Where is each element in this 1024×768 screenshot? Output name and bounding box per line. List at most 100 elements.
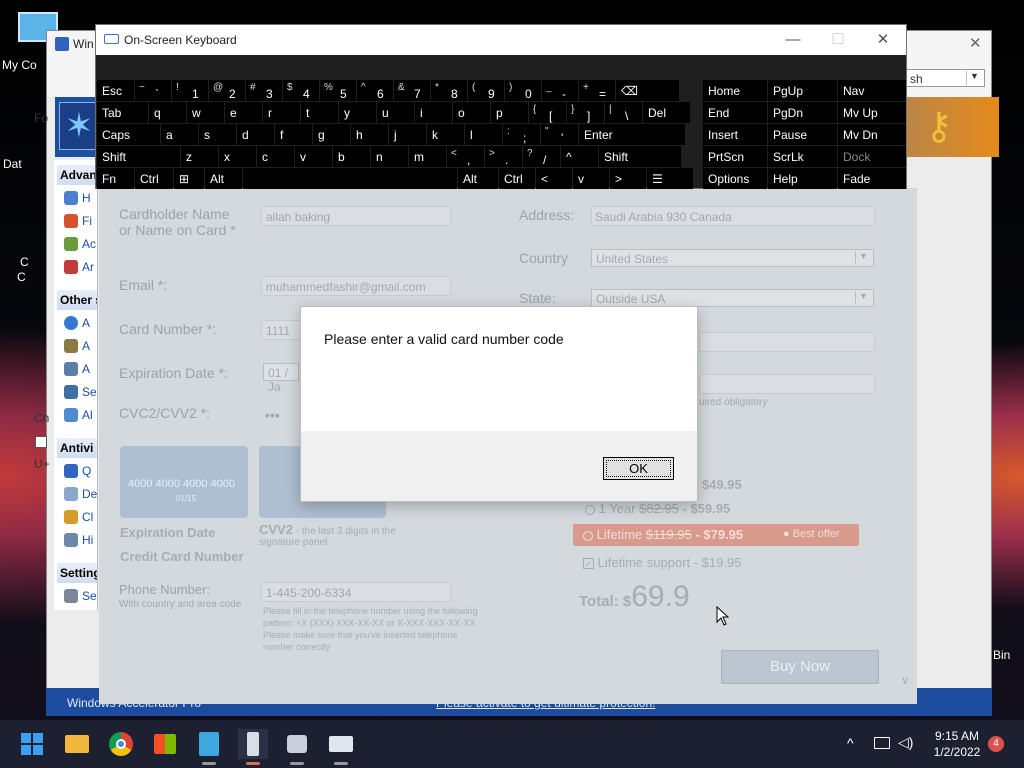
nav-key[interactable]: Fade: [838, 168, 906, 189]
key[interactable]: d: [237, 124, 274, 145]
key[interactable]: #3: [246, 80, 282, 101]
nav-item[interactable]: Ar: [64, 258, 98, 276]
nav-key[interactable]: Pause: [768, 124, 837, 145]
ok-button[interactable]: OK: [603, 457, 674, 480]
ctrl-key[interactable]: Ctrl: [135, 168, 173, 189]
fn-key[interactable]: Fn: [97, 168, 134, 189]
nav-item[interactable]: Se: [64, 587, 98, 605]
nav-key[interactable]: Mv Up: [838, 102, 906, 123]
key[interactable]: {[: [529, 102, 566, 123]
nav-key[interactable]: Dock: [838, 146, 906, 167]
key[interactable]: f: [275, 124, 312, 145]
osk-taskbar-button[interactable]: [326, 729, 356, 765]
state-select[interactable]: Outside USA ▼: [591, 289, 874, 307]
key[interactable]: q: [149, 102, 186, 123]
nav-key[interactable]: PgDn: [768, 102, 837, 123]
shift-key[interactable]: Shift: [599, 146, 681, 167]
close-icon[interactable]: ✕: [868, 29, 898, 51]
menu-key[interactable]: ☰: [647, 168, 693, 189]
nav-item[interactable]: H: [64, 189, 98, 207]
store-button[interactable]: [150, 729, 180, 759]
close-icon[interactable]: ✕: [969, 34, 982, 52]
key[interactable]: k: [427, 124, 464, 145]
key[interactable]: ! 1: [172, 80, 208, 101]
key[interactable]: :;: [503, 124, 540, 145]
key[interactable]: g: [313, 124, 350, 145]
key[interactable]: t: [301, 102, 338, 123]
tab-key[interactable]: Tab: [97, 102, 148, 123]
left-arrow-key[interactable]: <: [536, 168, 572, 189]
nav-key[interactable]: Help: [768, 168, 837, 189]
key[interactable]: a: [161, 124, 198, 145]
key[interactable]: m: [409, 146, 446, 167]
key[interactable]: }]: [567, 102, 604, 123]
alt-key[interactable]: Alt: [458, 168, 498, 189]
key[interactable]: n: [371, 146, 408, 167]
key[interactable]: b: [333, 146, 370, 167]
accelerator-taskbar-button[interactable]: [238, 729, 268, 765]
nav-item[interactable]: Hi: [64, 531, 98, 549]
key[interactable]: % 5: [320, 80, 356, 101]
backspace-key[interactable]: ⌫: [616, 80, 679, 101]
key[interactable]: * 8: [431, 80, 467, 101]
nav-key[interactable]: ScrLk: [768, 146, 837, 167]
key[interactable]: & 7: [394, 80, 430, 101]
key[interactable]: i: [415, 102, 452, 123]
key[interactable]: $4: [283, 80, 319, 101]
notepad-button[interactable]: [194, 729, 224, 765]
key[interactable]: + =: [579, 80, 615, 101]
desktop-icon-label[interactable]: Bin: [993, 648, 1010, 662]
nav-item[interactable]: A: [64, 314, 98, 332]
nav-key[interactable]: End: [703, 102, 767, 123]
key[interactable]: e: [225, 102, 262, 123]
maximize-icon[interactable]: ☐: [823, 29, 853, 51]
key[interactable]: p: [491, 102, 528, 123]
nav-item[interactable]: Ac: [64, 235, 98, 253]
key-esc[interactable]: Esc: [97, 80, 134, 101]
key[interactable]: x: [219, 146, 256, 167]
right-arrow-key[interactable]: >: [610, 168, 646, 189]
key[interactable]: j: [389, 124, 426, 145]
caps-lock-key[interactable]: Caps: [97, 124, 160, 145]
start-button[interactable]: [17, 729, 47, 759]
key[interactable]: @2: [209, 80, 245, 101]
language-select[interactable]: sh ▼: [905, 69, 985, 87]
key[interactable]: l: [465, 124, 502, 145]
key[interactable]: (9: [468, 80, 504, 101]
nav-item[interactable]: Fi: [64, 212, 98, 230]
key[interactable]: >.: [485, 146, 522, 167]
desktop-icon-label[interactable]: Dat: [3, 157, 22, 171]
scroll-down-icon[interactable]: ∨: [901, 674, 909, 687]
key[interactable]: h: [351, 124, 388, 145]
volume-icon[interactable]: ◁): [898, 734, 913, 751]
key[interactable]: z: [181, 146, 218, 167]
key[interactable]: ^ 6: [357, 80, 393, 101]
expiration-month-select[interactable]: 01 / Ja: [263, 363, 299, 394]
key[interactable]: ~ `: [135, 80, 171, 101]
key[interactable]: r: [263, 102, 300, 123]
nav-item[interactable]: De: [64, 485, 98, 503]
desktop-icon-label[interactable]: C: [20, 255, 29, 269]
nav-key[interactable]: Home: [703, 80, 767, 101]
space-key[interactable]: [243, 168, 457, 189]
key[interactable]: c: [257, 146, 294, 167]
nav-key[interactable]: Options: [703, 168, 767, 189]
key[interactable]: " ': [541, 124, 578, 145]
key[interactable]: _ -: [542, 80, 578, 101]
nav-key[interactable]: PgUp: [768, 80, 837, 101]
city-field[interactable]: [699, 332, 875, 352]
cvc-value[interactable]: •••: [265, 407, 280, 423]
key[interactable]: <,: [447, 146, 484, 167]
shift-key[interactable]: Shift: [97, 146, 180, 167]
key[interactable]: ) 0: [505, 80, 541, 101]
lifetime-support-option[interactable]: ✓ Lifetime support - $19.95: [583, 555, 741, 570]
key[interactable]: o: [453, 102, 490, 123]
nav-item[interactable]: A: [64, 337, 98, 355]
down-arrow-key[interactable]: v: [573, 168, 609, 189]
nav-item[interactable]: Q: [64, 462, 98, 480]
nav-key[interactable]: Insert: [703, 124, 767, 145]
country-select[interactable]: United States ▼: [591, 249, 874, 267]
key[interactable]: ? /: [523, 146, 560, 167]
tray-chevron-icon[interactable]: ^: [847, 735, 854, 751]
nav-key[interactable]: PrtScn: [703, 146, 767, 167]
